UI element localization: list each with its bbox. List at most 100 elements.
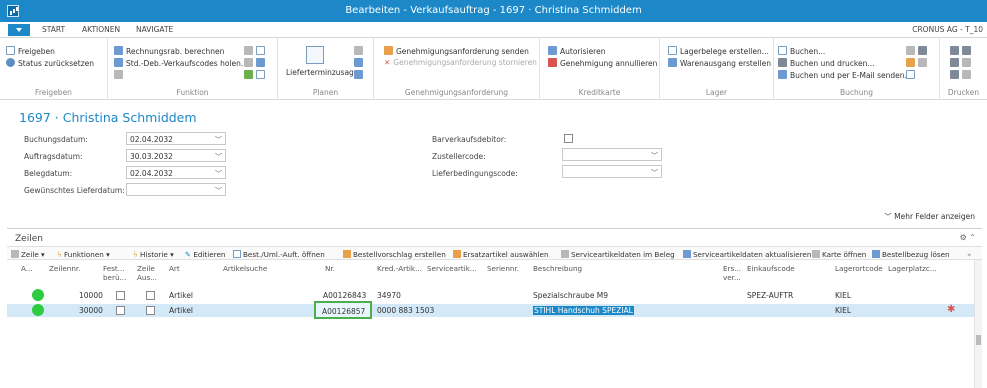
zeile-checkbox[interactable] [146, 306, 155, 315]
col-einkaufscode[interactable]: Einkaufscode [747, 264, 795, 273]
cell-einkaufscode[interactable]: SPEZ-AUFTR [747, 291, 793, 300]
toolbar-open-po[interactable]: Best./Uml.-Auft. öffnen [233, 250, 325, 259]
chevron-down-icon[interactable]: ﹀ [215, 135, 222, 145]
toolbar-zeile[interactable]: Zeile ▾ [11, 250, 45, 259]
col-ers[interactable]: Ers... ver... [723, 264, 741, 282]
tab-start[interactable]: START [42, 25, 65, 34]
col-seriennr[interactable]: Seriennr. [487, 264, 519, 273]
toolbar-editieren[interactable]: ✎ Editieren [185, 250, 225, 259]
more-fields-link[interactable]: ﹀ Mehr Felder anzeigen [884, 211, 975, 222]
tab-aktionen[interactable]: AKTIONEN [82, 25, 120, 34]
order-date-field[interactable]: 30.03.2032 ﹀ [126, 149, 226, 162]
col-artikelsuche[interactable]: Artikelsuche [223, 264, 267, 273]
col-lagerort[interactable]: Lagerortcode [835, 264, 883, 273]
scrollbar-thumb[interactable] [976, 335, 981, 345]
col-art[interactable]: Art [169, 264, 180, 273]
chevron-down-icon[interactable]: ﹀ [215, 169, 222, 179]
fest-checkbox[interactable] [116, 306, 125, 315]
col-fest[interactable]: Fest... berü... [103, 264, 126, 282]
vertical-scrollbar[interactable] [974, 260, 982, 388]
toolbar-service-update[interactable]: Serviceartikeldaten aktualisieren [683, 250, 811, 259]
cell-kred[interactable]: 34970 [377, 291, 401, 300]
funktion-extra-button[interactable] [114, 70, 126, 80]
order-promising-button[interactable]: Lieferterminzusagen [286, 68, 363, 77]
tab-navigate[interactable]: NAVIGATE [136, 25, 173, 34]
send-approval-button[interactable]: Genehmigungsanforderung senden [384, 46, 529, 56]
toolbar-release-link[interactable]: Bestellbezug lösen [872, 250, 950, 259]
reopen-button[interactable]: Status zurücksetzen [6, 58, 94, 68]
col-service[interactable]: Serviceartik... [427, 264, 477, 273]
buchung-icon-b[interactable] [906, 58, 930, 68]
toolbar-service-data[interactable]: Serviceartikeldaten im Beleg [561, 250, 675, 259]
buchung-icon-a[interactable] [906, 46, 930, 56]
create-shipment-button[interactable]: Warenausgang erstellen [668, 58, 771, 68]
toolbar-historie[interactable]: ϟ Historie ▾ [133, 250, 174, 259]
document-date-field[interactable]: 02.04.2032 ﹀ [126, 166, 226, 179]
requested-delivery-field[interactable]: ﹀ [126, 183, 226, 196]
table-row[interactable]: 10000 Artikel A00126843 34970 Spezialsch… [7, 289, 975, 302]
cancel-approval-button[interactable]: ✕ Genehmigungsanforderung stornieren [384, 58, 537, 67]
company-name[interactable]: CRONUS AG - T_10 [912, 25, 983, 34]
funktion-icon-b[interactable] [244, 58, 268, 68]
toolbar-substitute[interactable]: Ersatzartikel auswählen [453, 250, 549, 259]
planen-icon-c[interactable] [354, 70, 366, 80]
chevron-down-icon[interactable]: ﹀ [651, 168, 658, 178]
release-button[interactable]: Freigeben [6, 46, 55, 56]
col-lagerplatz[interactable]: Lagerplatzc... [888, 264, 937, 273]
cell-art[interactable]: Artikel [169, 291, 193, 300]
cell-kred[interactable]: 0000 883 1503 [377, 306, 434, 315]
cell-nr[interactable]: A00126843 [323, 291, 366, 300]
cell-zeilennr[interactable]: 10000 [79, 291, 103, 300]
cell-lagerort[interactable]: KIEL [835, 306, 851, 315]
zeile-checkbox[interactable] [146, 291, 155, 300]
authorize-button[interactable]: Autorisieren [548, 46, 605, 56]
print-button-b[interactable] [950, 58, 974, 68]
planen-icon-b[interactable] [354, 58, 366, 68]
posting-date-field[interactable]: 02.04.2032 ﹀ [126, 132, 226, 145]
toolbar-req-worksheet[interactable]: Bestellvorschlag erstellen [343, 250, 446, 259]
funktion-icon-c[interactable] [244, 70, 268, 80]
chevron-down-icon[interactable]: ﹀ [215, 186, 222, 196]
create-whse-docs-button[interactable]: Lagerbelege erstellen... [668, 46, 769, 56]
shipping-agent-label: Zustellercode: [432, 152, 486, 161]
document-icon [256, 46, 265, 55]
post-print-button[interactable]: Buchen und drucken... [778, 58, 875, 68]
planen-icon-a[interactable] [354, 46, 366, 56]
buchung-icon-c[interactable] [906, 70, 918, 80]
cell-beschreibung[interactable]: Spezialschraube M9 [533, 291, 608, 300]
col-nr[interactable]: Nr. [325, 264, 335, 273]
collapse-icon[interactable]: ⌃ [969, 233, 976, 242]
cell-beschreibung[interactable]: STIHL Handschuh SPEZIAL [533, 306, 634, 315]
table-row-selected[interactable]: 30000 Artikel A00126857 0000 883 1503 ST… [7, 301, 975, 319]
fest-checkbox[interactable] [116, 291, 125, 300]
cell-lagerort[interactable]: KIEL [835, 291, 851, 300]
col-a[interactable]: A... [21, 264, 33, 273]
cell-zeilennr[interactable]: 30000 [79, 306, 103, 315]
print-button-a[interactable] [950, 46, 974, 56]
cell-nr-editing[interactable]: A00126857 [314, 301, 372, 319]
cash-customer-checkbox[interactable] [564, 134, 573, 143]
chevron-down-icon[interactable]: ﹀ [651, 151, 658, 161]
col-beschreibung[interactable]: Beschreibung [533, 264, 582, 273]
lines-controls[interactable]: ⚙ ⌃ [960, 233, 976, 242]
cell-art[interactable]: Artikel [169, 306, 193, 315]
col-kred[interactable]: Kred.-Artik... [377, 264, 422, 273]
col-zeile[interactable]: Zeile Aus... [137, 264, 157, 282]
calc-discount-button[interactable]: Rechnungsrab. berechnen [114, 46, 224, 56]
col-zeilennr[interactable]: Zeilennr. [49, 264, 80, 273]
chevron-down-icon[interactable]: ﹀ [215, 152, 222, 162]
app-menu-button[interactable] [8, 24, 30, 36]
shipping-agent-field[interactable]: ﹀ [562, 148, 662, 161]
funktion-icon-a[interactable] [244, 46, 268, 56]
post-email-button[interactable]: Buchen und per E-Mail senden... [778, 70, 912, 80]
order-promising-icon[interactable] [306, 46, 324, 64]
void-approval-button[interactable]: Genehmigung annullieren [548, 58, 657, 68]
post-button[interactable]: Buchen... [778, 46, 825, 56]
toolbar-funktionen[interactable]: ϟ Funktionen ▾ [57, 250, 110, 259]
get-sales-codes-button[interactable]: Std.-Deb.-Verkaufscodes holen... [114, 58, 248, 68]
print-button-c[interactable] [950, 70, 974, 80]
toolbar-open-card[interactable]: Karte öffnen [812, 250, 866, 259]
delivery-terms-field[interactable]: ﹀ [562, 165, 662, 178]
toolbar-more-icon[interactable]: » [967, 250, 971, 259]
settings-icon[interactable]: ⚙ [960, 233, 967, 242]
